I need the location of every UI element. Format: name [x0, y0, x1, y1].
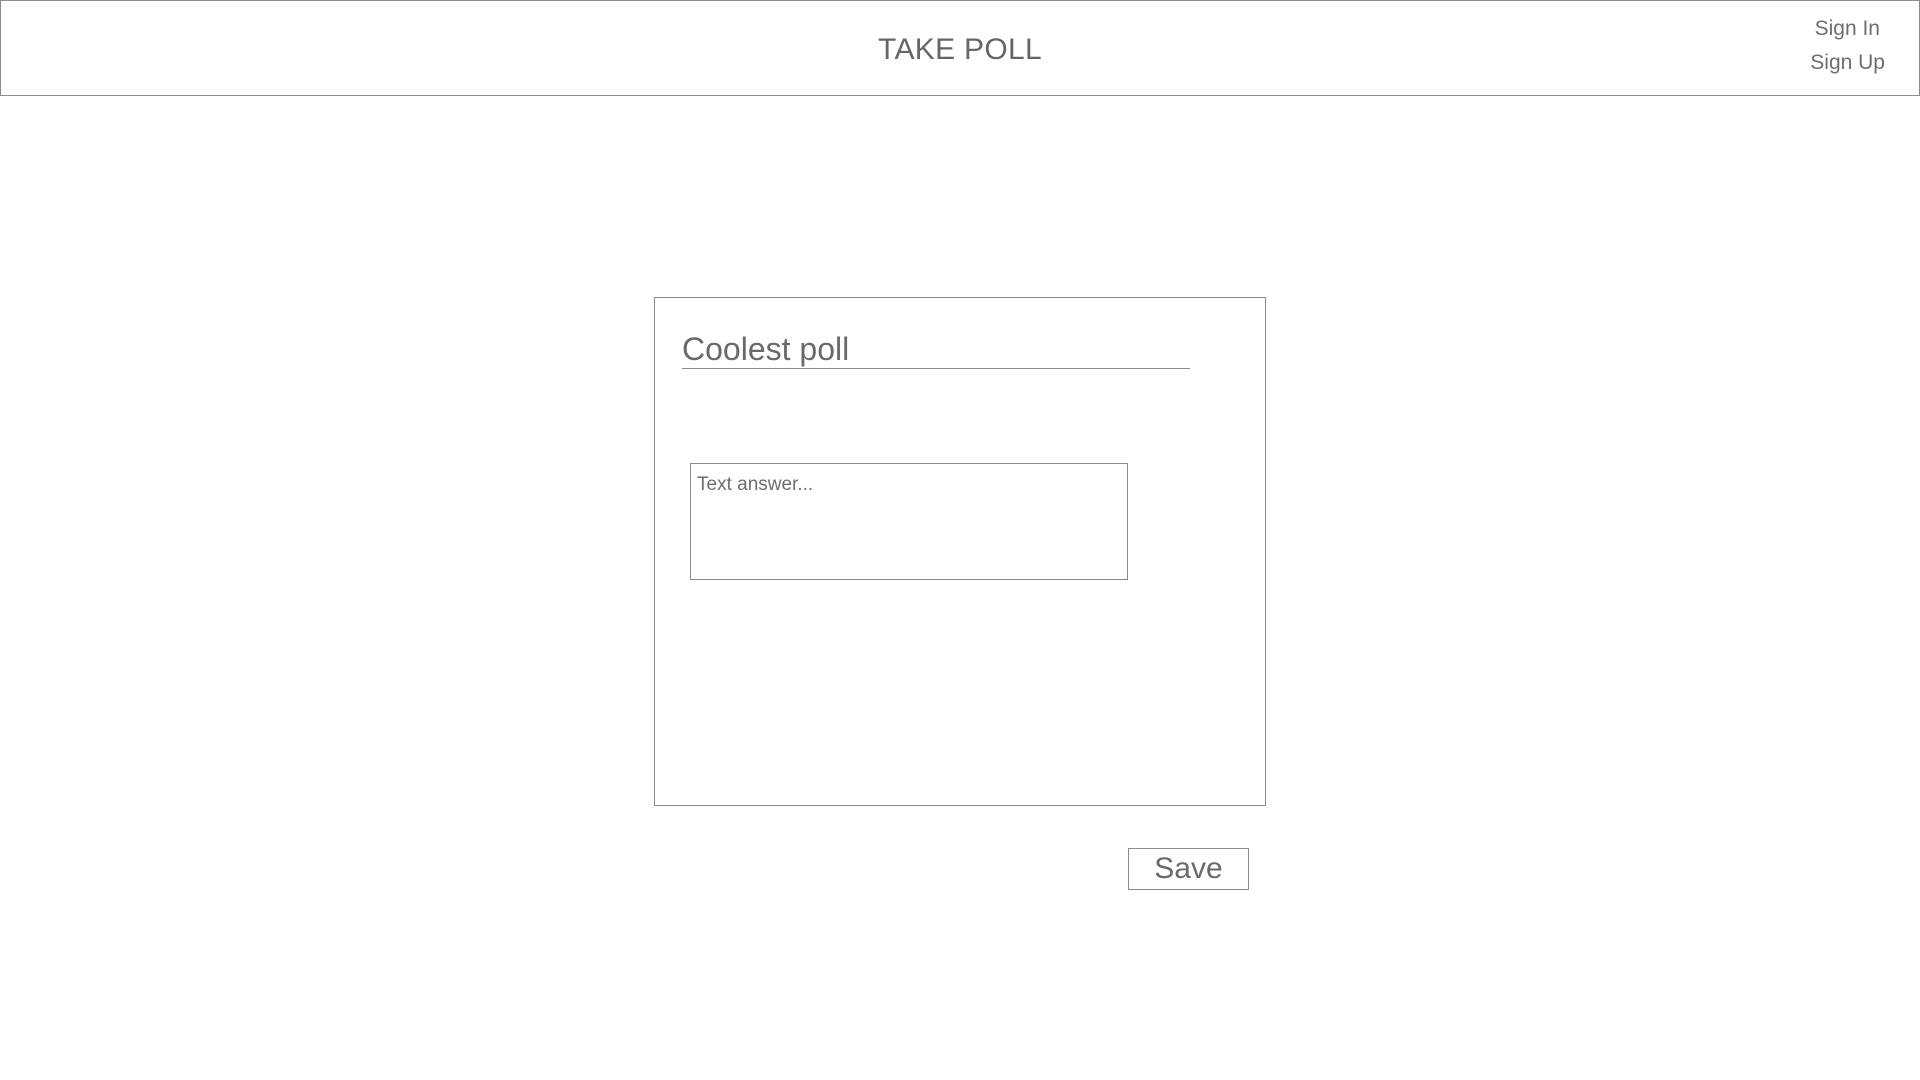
sign-in-link[interactable]: Sign In [1815, 17, 1880, 41]
poll-title: Coolest poll [682, 331, 850, 367]
answer-placeholder: Text answer... [697, 474, 814, 495]
top-header-bar: TAKE POLL Sign In Sign Up [0, 0, 1920, 96]
sign-up-link[interactable]: Sign Up [1810, 51, 1885, 75]
poll-title-field: Coolest poll [682, 330, 1190, 369]
page-title: TAKE POLL [878, 33, 1042, 66]
save-button[interactable]: Save [1128, 848, 1249, 890]
text-answer-input[interactable]: Text answer... [690, 463, 1128, 580]
poll-card: Coolest poll Text answer... [654, 297, 1266, 806]
